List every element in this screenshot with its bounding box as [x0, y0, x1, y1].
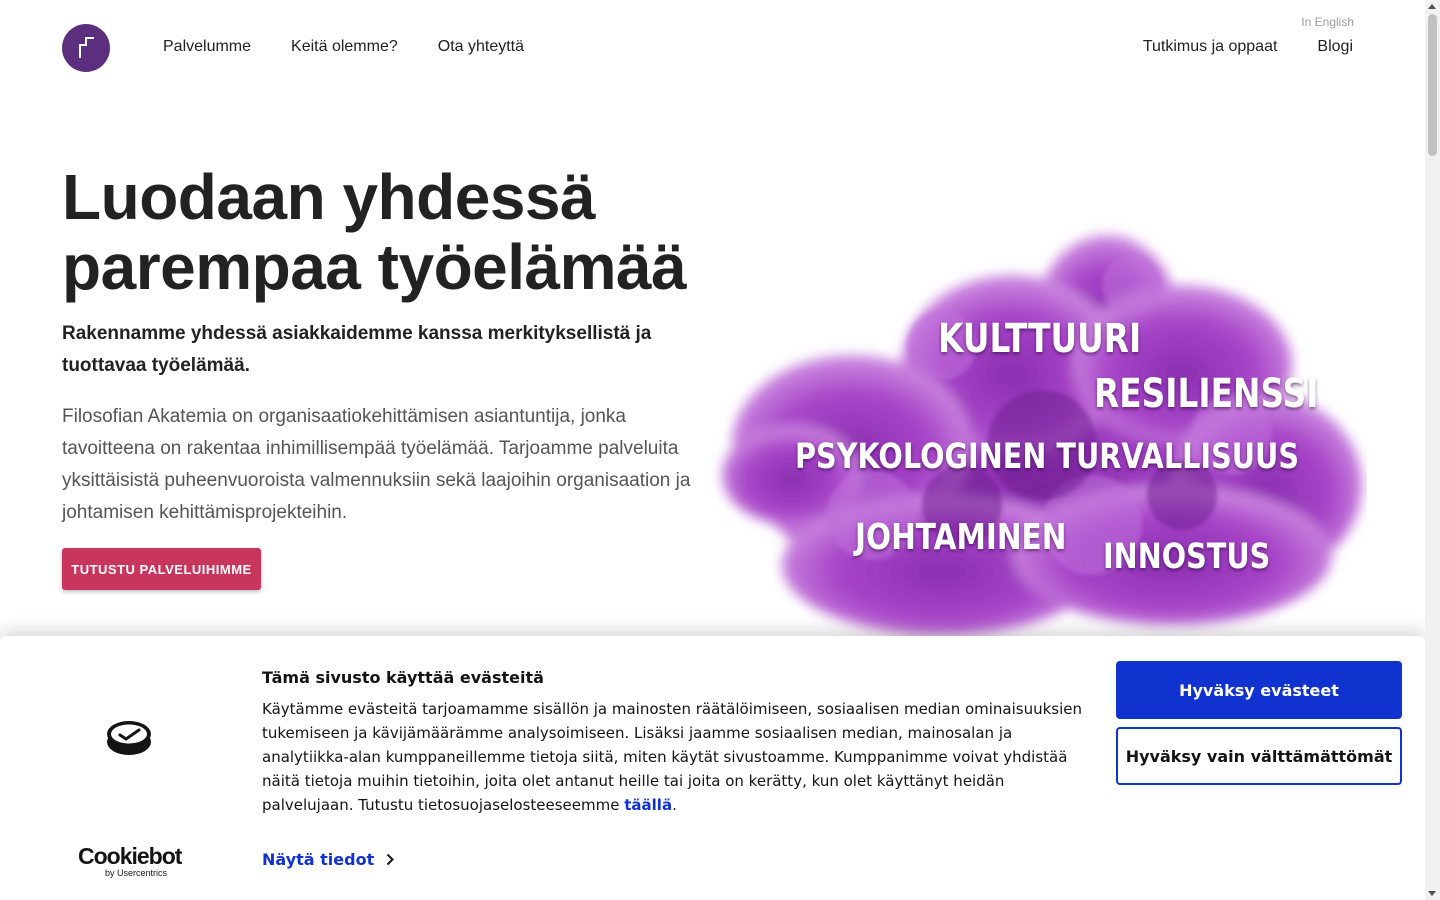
scrollbar-thumb[interactable]	[1428, 14, 1437, 156]
nav-blogi[interactable]: Blogi	[1317, 38, 1353, 56]
hero-lead: Rakennamme yhdessä asiakkaidemme kanssa …	[62, 323, 652, 376]
cookiebot-brand-sub: by Usercentrics	[105, 868, 168, 878]
nav-ota-yhteytta[interactable]: Ota yhteyttä	[438, 38, 524, 56]
page: Palvelumme Keitä olemme? Ota yhteyttä In…	[0, 0, 1425, 900]
nav-keita-olemme[interactable]: Keitä olemme?	[291, 38, 398, 56]
cookiebot-brand: Cookiebot by Usercentrics	[78, 843, 182, 878]
chevron-right-icon	[387, 853, 395, 866]
scrollbar[interactable]	[1425, 0, 1440, 900]
cloud-word-kulttuuri: KULTTUURI	[938, 316, 1142, 362]
logo[interactable]	[62, 24, 110, 72]
hero-body: Filosofian Akatemia on organisaatiokehit…	[62, 406, 691, 523]
cloud-word-resilienssi: RESILIENSSI	[1094, 371, 1319, 417]
scroll-down-arrow-icon[interactable]	[1428, 891, 1436, 896]
accept-cookies-button[interactable]: Hyväksy evästeet	[1116, 661, 1402, 719]
hero-cloud-image: KULTTUURI RESILIENSSI PSYKOLOGINEN TURVA…	[712, 195, 1367, 640]
accept-necessary-button[interactable]: Hyväksy vain välttämättömät	[1116, 727, 1402, 785]
cookie-title: Tämä sivusto käyttää evästeitä	[262, 668, 544, 687]
cookiebot-logo-icon	[107, 721, 151, 755]
nav-tutkimus-ja-oppaat[interactable]: Tutkimus ja oppaat	[1143, 38, 1278, 56]
privacy-policy-link[interactable]: täällä	[624, 796, 672, 814]
scroll-up-arrow-icon[interactable]	[1428, 4, 1436, 9]
main-nav: Palvelumme Keitä olemme? Ota yhteyttä	[163, 38, 524, 56]
cloud-word-psykologinen-turvallisuus: PSYKOLOGINEN TURVALLISUUS	[795, 437, 1300, 477]
show-details-label: Näytä tiedot	[262, 850, 375, 869]
cookie-description: Käytämme evästeitä tarjoamamme sisällön …	[262, 697, 1092, 817]
cloud-word-johtaminen: JOHTAMINEN	[855, 517, 1067, 558]
cloud-word-innostus: INNOSTUS	[1103, 537, 1271, 577]
cookiebot-brand-name: Cookiebot	[78, 843, 182, 869]
show-details-link[interactable]: Näytä tiedot	[262, 850, 395, 869]
language-link[interactable]: In English	[1301, 15, 1354, 29]
secondary-nav: Tutkimus ja oppaat Blogi	[1143, 38, 1353, 56]
hero-title: Luodaan yhdessä parempaa työelämää	[62, 161, 687, 303]
cookie-description-suffix: .	[672, 796, 677, 814]
cookie-banner: Cookiebot by Usercentrics Tämä sivusto k…	[0, 636, 1425, 900]
logo-mark-icon	[79, 37, 94, 58]
services-cta-button[interactable]: TUTUSTU PALVELUIHIMME	[62, 548, 261, 590]
nav-palvelumme[interactable]: Palvelumme	[163, 38, 251, 56]
